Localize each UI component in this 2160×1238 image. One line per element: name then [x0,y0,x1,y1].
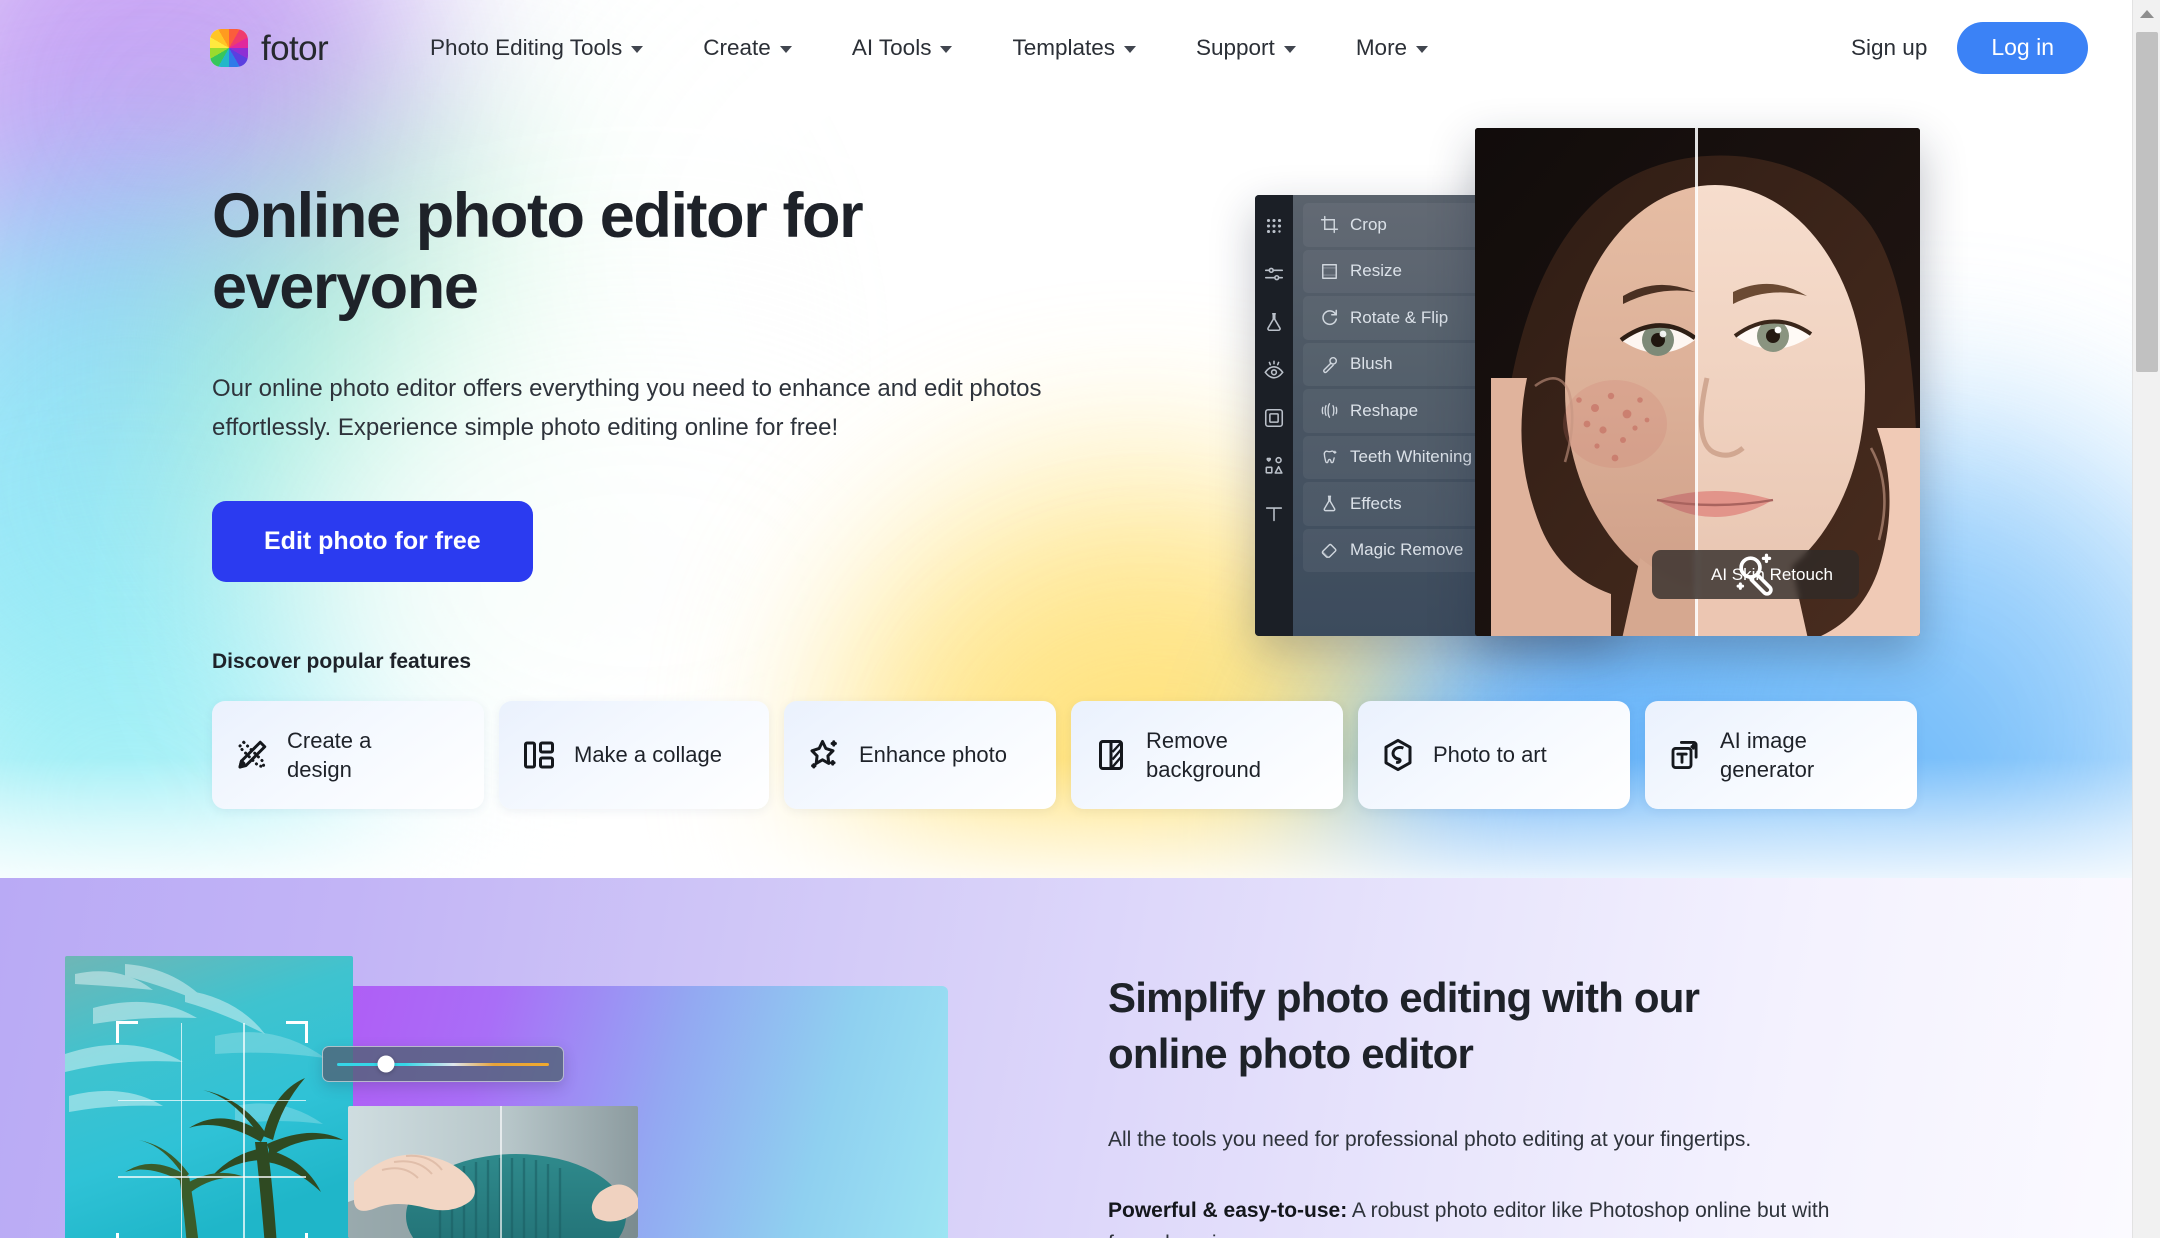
hero-editor-mockup: Crop Resize Rotate & Flip Blush Reshape … [1255,128,1920,636]
magic-wand-sparkle-icon [806,737,842,773]
ai-skin-retouch-tooltip[interactable]: AI Skin Retouch [1652,550,1859,599]
blush-icon [1320,355,1339,374]
simplify-illustration [0,878,1108,1238]
feature-card-make-a-collage[interactable]: Make a collage [499,700,769,810]
scroll-up-arrow-icon[interactable] [2133,0,2160,28]
editor-tool-label: Reshape [1350,400,1419,420]
fotor-colorwheel-logo-icon [210,29,248,67]
simplify-copy: Simplify photo editing with our online p… [1108,878,2132,1238]
ai-image-generator-icon [1667,737,1703,773]
simplify-bullet-lead: Powerful & easy-to-use: [1108,1199,1348,1223]
adjust-sliders-icon[interactable] [1263,263,1285,285]
editor-tool-label: Rotate & Flip [1350,307,1449,327]
scrollbar-thumb[interactable] [2136,32,2158,372]
simplify-section: Simplify photo editing with our online p… [0,878,2132,1238]
adjustment-slider-widget[interactable] [322,1046,564,1082]
palm-tree-photo [65,956,353,1238]
nav-item-label: Photo Editing Tools [430,35,623,60]
remove-background-icon [1093,737,1129,773]
flask-effects-icon[interactable] [1263,311,1285,333]
text-icon[interactable] [1263,503,1285,525]
tooth-icon [1320,448,1339,467]
nav-item-support[interactable]: Support [1166,25,1326,71]
reshape-icon [1320,401,1339,420]
feature-card-enhance-photo[interactable]: Enhance photo [784,700,1056,810]
pencil-ruler-icon [234,737,270,773]
nav-item-label: Create [703,35,771,60]
nav-item-photo-editing-tools[interactable]: Photo Editing Tools [400,25,673,71]
feature-card-remove-background[interactable]: Remove background [1071,700,1343,810]
chevron-down-icon [940,46,953,53]
simplify-heading: Simplify photo editing with our online p… [1108,974,1700,1077]
discover-features-title: Discover popular features [212,649,472,673]
chevron-down-icon [1283,46,1296,53]
editor-tool-label: Crop [1350,214,1387,234]
ai-skin-retouch-icon [1678,553,1773,596]
brand-name: fotor [261,28,329,68]
chevron-down-icon [1416,46,1429,53]
nav-item-label: More [1355,35,1408,60]
nav-item-label: AI Tools [851,35,932,60]
resize-icon [1320,262,1339,281]
log-in-button[interactable]: Log in [1957,22,2088,74]
shapes-icon[interactable] [1263,455,1285,477]
nav-item-more[interactable]: More [1326,25,1458,71]
sign-up-link[interactable]: Sign up [1851,35,1927,61]
editor-tool-label: Resize [1350,261,1402,281]
simplify-paragraph: All the tools you need for professional … [1108,1127,1752,1151]
editor-left-rail [1255,195,1293,636]
chevron-down-icon [779,46,792,53]
rotate-icon [1320,308,1339,327]
grid-dots-icon[interactable] [1263,215,1285,237]
nav-item-label: Support [1196,35,1275,60]
hero-section: fotor Photo Editing Tools Create AI Tool… [0,0,2132,878]
hero-subheading: Our online photo editor offers everythin… [212,375,1042,441]
feature-card-create-a-design[interactable]: Create a design [212,700,484,810]
popular-features-row: Create a design Make a collage Enhance p… [212,700,2132,810]
slider-track[interactable] [337,1055,549,1073]
before-after-portrait-image: AI Skin Retouch [1475,128,1920,636]
collage-layout-icon [521,737,557,773]
feature-card-label: Make a collage [574,742,722,768]
main-navbar: fotor Photo Editing Tools Create AI Tool… [0,0,2132,96]
edit-photo-for-free-button[interactable]: Edit photo for free [212,500,533,582]
page-scrollbar[interactable] [2132,0,2160,1238]
nav-auth-actions: Sign up Log in [1851,22,2088,74]
brand-logo[interactable]: fotor [210,28,329,68]
feature-card-label: Photo to art [1433,742,1547,768]
feature-card-photo-to-art[interactable]: Photo to art [1358,700,1630,810]
eraser-icon [1320,541,1339,560]
hero-heading: Online photo editor for everyone [212,181,864,322]
chevron-down-icon [1124,46,1136,53]
editor-tool-label: Magic Remove [1350,540,1464,560]
nav-item-ai-tools[interactable]: AI Tools [822,25,983,71]
feature-card-label: AI image generator [1720,727,1815,783]
feature-card-label: Create a design [287,727,372,783]
editor-tool-label: Effects [1350,493,1402,513]
slider-knob[interactable] [377,1055,395,1073]
chevron-down-icon [631,46,644,53]
simplify-bullet-paragraph: Powerful & easy-to-use: A robust photo e… [1108,1194,1868,1238]
nav-item-templates[interactable]: Templates [982,25,1166,71]
feature-card-label: Remove background [1146,727,1261,783]
nav-item-label: Templates [1012,35,1115,60]
crop-icon [1320,215,1339,234]
feature-card-ai-image-generator[interactable]: AI image generator [1645,700,1917,810]
browser-page: fotor Photo Editing Tools Create AI Tool… [0,0,2160,1238]
editor-tool-label: Teeth Whitening [1350,447,1472,467]
photo-to-art-icon [1380,737,1416,773]
frame-icon[interactable] [1263,407,1285,429]
hands-photo [348,1106,638,1238]
feature-card-label: Enhance photo [859,742,1008,768]
page-viewport: fotor Photo Editing Tools Create AI Tool… [0,0,2132,1238]
nav-item-create[interactable]: Create [673,25,822,71]
flask-effects-icon [1320,494,1339,513]
nav-links: Photo Editing Tools Create AI Tools Temp… [400,25,1458,71]
beauty-eye-icon[interactable] [1263,359,1285,381]
editor-tool-label: Blush [1350,354,1393,374]
